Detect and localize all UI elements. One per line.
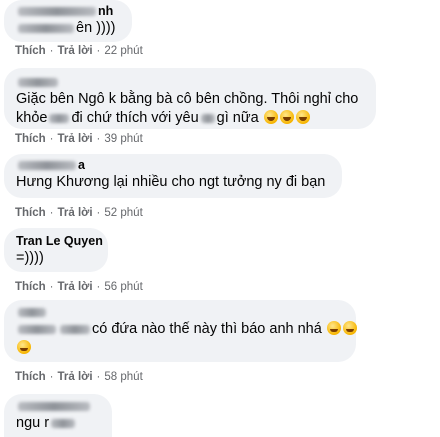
redacted-name bbox=[18, 308, 46, 318]
reply-button[interactable]: Trả lời bbox=[58, 371, 93, 383]
comment-bubble: Tran Le Quyen =)))) bbox=[4, 228, 108, 272]
grinning-emoji bbox=[326, 321, 341, 335]
comment-text-line bbox=[16, 339, 344, 358]
like-button[interactable]: Thích bbox=[15, 45, 46, 57]
commenter-name[interactable] bbox=[16, 74, 364, 90]
comment-time[interactable]: 56 phút bbox=[104, 281, 142, 293]
redacted-text bbox=[18, 324, 56, 334]
comment-time[interactable]: 58 phút bbox=[104, 371, 142, 383]
comment-text: có đứa nào thế này thì báo anh nhá bbox=[16, 320, 357, 339]
comment-text-line: Giặc bên Ngô k bằng bà cô bên chồng. Thô… bbox=[16, 91, 359, 107]
redacted-text bbox=[49, 113, 70, 123]
comment-text: Hưng Khương lại nhiều cho ngt tưởng ny đ… bbox=[16, 174, 326, 190]
reply-button[interactable]: Trả lời bbox=[58, 207, 93, 219]
comment-text: =)))) bbox=[16, 250, 44, 266]
comment-time[interactable]: 52 phút bbox=[104, 207, 142, 219]
comment-bubble: Giặc bên Ngô k bằng bà cô bên chồng. Thô… bbox=[4, 68, 376, 129]
grinning-emoji bbox=[17, 340, 31, 354]
comment-bubble: nh ên )))) bbox=[4, 0, 132, 42]
redacted-name bbox=[18, 402, 90, 412]
redacted-text bbox=[18, 23, 74, 33]
reply-button[interactable]: Trả lời bbox=[58, 45, 93, 57]
comment-time[interactable]: 39 phút bbox=[104, 133, 142, 145]
redacted-name bbox=[18, 7, 96, 17]
comment-bubble: ngu r bbox=[4, 394, 112, 437]
comment-text: ên )))) bbox=[16, 19, 120, 38]
comment-text: Giặc bên Ngô k bằng bà cô bên chồng. Thô… bbox=[16, 90, 364, 128]
commenter-name[interactable] bbox=[16, 304, 344, 320]
comment-actions: Thích · Trả lời · 39 phút bbox=[15, 133, 143, 145]
redacted-text bbox=[60, 324, 90, 334]
comment-actions: Thích · Trả lời · 52 phút bbox=[15, 207, 143, 219]
like-button[interactable]: Thích bbox=[15, 133, 46, 145]
comment-time[interactable]: 22 phút bbox=[104, 45, 142, 57]
like-button[interactable]: Thích bbox=[15, 281, 46, 293]
redacted-text bbox=[200, 113, 215, 123]
comment-actions: Thích · Trả lời · 58 phút bbox=[15, 371, 143, 383]
reply-button[interactable]: Trả lời bbox=[58, 133, 93, 145]
laughing-crying-emoji bbox=[295, 110, 310, 124]
like-button[interactable]: Thích bbox=[15, 371, 46, 383]
comment-bubble: có đứa nào thế này thì báo anh nhá bbox=[4, 300, 357, 362]
reply-button[interactable]: Trả lời bbox=[58, 281, 93, 293]
commenter-name[interactable] bbox=[16, 398, 100, 414]
commenter-name[interactable]: nh bbox=[16, 3, 120, 19]
comment-actions: Thích · Trả lời · 56 phút bbox=[15, 281, 143, 293]
redacted-name bbox=[18, 78, 58, 88]
comment-text: ngu r bbox=[16, 414, 100, 433]
commenter-name[interactable]: a bbox=[16, 157, 330, 173]
grinning-emoji bbox=[342, 321, 357, 335]
laughing-crying-emoji bbox=[263, 110, 278, 124]
redacted-text bbox=[51, 418, 76, 428]
laughing-crying-emoji bbox=[279, 110, 294, 124]
like-button[interactable]: Thích bbox=[15, 207, 46, 219]
comment-bubble: a Hưng Khương lại nhiều cho ngt tưởng ny… bbox=[4, 154, 342, 198]
redacted-name bbox=[18, 161, 76, 171]
commenter-name[interactable]: Tran Le Quyen bbox=[16, 233, 103, 249]
comment-text-line: khỏe đi chứ thích với yêu gì nữa bbox=[16, 109, 364, 128]
comment-actions: Thích · Trả lời · 22 phút bbox=[15, 45, 143, 57]
